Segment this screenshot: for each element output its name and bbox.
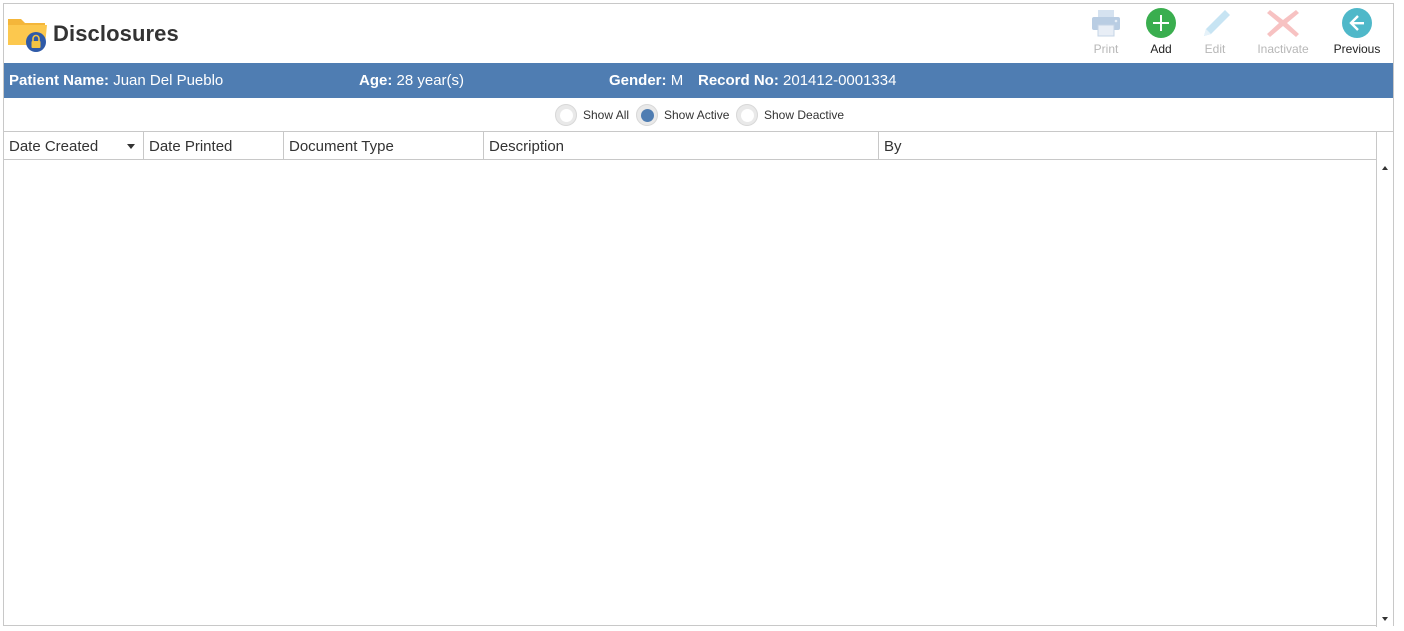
arrow-left-circle-icon <box>1327 8 1387 38</box>
column-description-label: Description <box>489 138 565 155</box>
patient-record-label: Record No: <box>698 72 779 89</box>
radio-show-active[interactable]: Show Active <box>636 103 729 127</box>
radio-show-active-label: Show Active <box>664 108 730 122</box>
column-description[interactable]: Description <box>484 132 879 159</box>
column-date-printed[interactable]: Date Printed <box>144 132 284 159</box>
radio-show-deactive[interactable]: Show Deactive <box>736 103 844 127</box>
status-filter: Show All Show Active Show Deactive <box>4 99 1393 131</box>
patient-name-value: Juan Del Pueblo <box>113 72 224 89</box>
patient-gender: Gender: M <box>609 72 683 89</box>
previous-button[interactable]: Previous <box>1327 8 1387 60</box>
grid-header: Date Created Date Printed Document Type … <box>4 132 1377 160</box>
column-by[interactable]: By <box>879 132 1377 159</box>
sort-desc-icon <box>127 144 135 149</box>
scroll-down-button[interactable] <box>1377 611 1393 627</box>
edit-button[interactable]: Edit <box>1185 8 1245 60</box>
patient-name-label: Patient Name: <box>9 72 110 89</box>
patient-age-label: Age: <box>359 72 393 89</box>
header: Disclosures Print Add Edit Inactivate Pr… <box>4 4 1393 63</box>
scroll-up-icon <box>1382 166 1388 170</box>
patient-gender-value: M <box>670 72 684 89</box>
disclosures-grid: Date Created Date Printed Document Type … <box>4 131 1393 627</box>
column-document-type[interactable]: Document Type <box>284 132 484 159</box>
scroll-up-button[interactable] <box>1377 160 1393 176</box>
previous-label: Previous <box>1333 42 1381 56</box>
column-date-printed-label: Date Printed <box>149 138 233 155</box>
patient-name: Patient Name: Juan Del Pueblo <box>9 72 223 89</box>
x-icon <box>1253 8 1313 38</box>
patient-info-bar: Patient Name: Juan Del Pueblo Age: 28 ye… <box>4 63 1393 98</box>
radio-show-deactive-label: Show Deactive <box>764 108 845 122</box>
add-label: Add <box>1150 42 1172 56</box>
scroll-down-icon <box>1382 617 1388 621</box>
page-title: Disclosures <box>53 21 179 46</box>
printer-icon <box>1076 8 1136 38</box>
print-button[interactable]: Print <box>1076 8 1136 60</box>
disclosures-window: Disclosures Print Add Edit Inactivate Pr… <box>3 3 1394 627</box>
patient-gender-label: Gender: <box>609 72 667 89</box>
inactivate-button[interactable]: Inactivate <box>1253 8 1313 60</box>
column-document-type-label: Document Type <box>289 138 394 155</box>
patient-age-value: 28 year(s) <box>396 72 465 89</box>
add-button[interactable]: Add <box>1131 8 1191 60</box>
inactivate-label: Inactivate <box>1257 42 1309 56</box>
patient-record: Record No: 201412-0001334 <box>698 72 896 89</box>
vertical-scrollbar[interactable] <box>1376 132 1393 627</box>
plus-circle-icon <box>1131 8 1191 38</box>
radio-show-all-label: Show All <box>583 108 630 122</box>
print-label: Print <box>1093 42 1119 56</box>
radio-show-all[interactable]: Show All <box>555 103 629 127</box>
column-date-created-label: Date Created <box>9 138 99 155</box>
column-by-label: By <box>884 138 902 155</box>
edit-label: Edit <box>1204 42 1226 56</box>
grid-body[interactable] <box>4 160 1377 627</box>
patient-age: Age: 28 year(s) <box>359 72 464 89</box>
column-date-created[interactable]: Date Created <box>4 132 144 159</box>
pencil-icon <box>1185 8 1245 38</box>
patient-record-value: 201412-0001334 <box>783 72 897 89</box>
folder-lock-icon <box>7 13 49 53</box>
